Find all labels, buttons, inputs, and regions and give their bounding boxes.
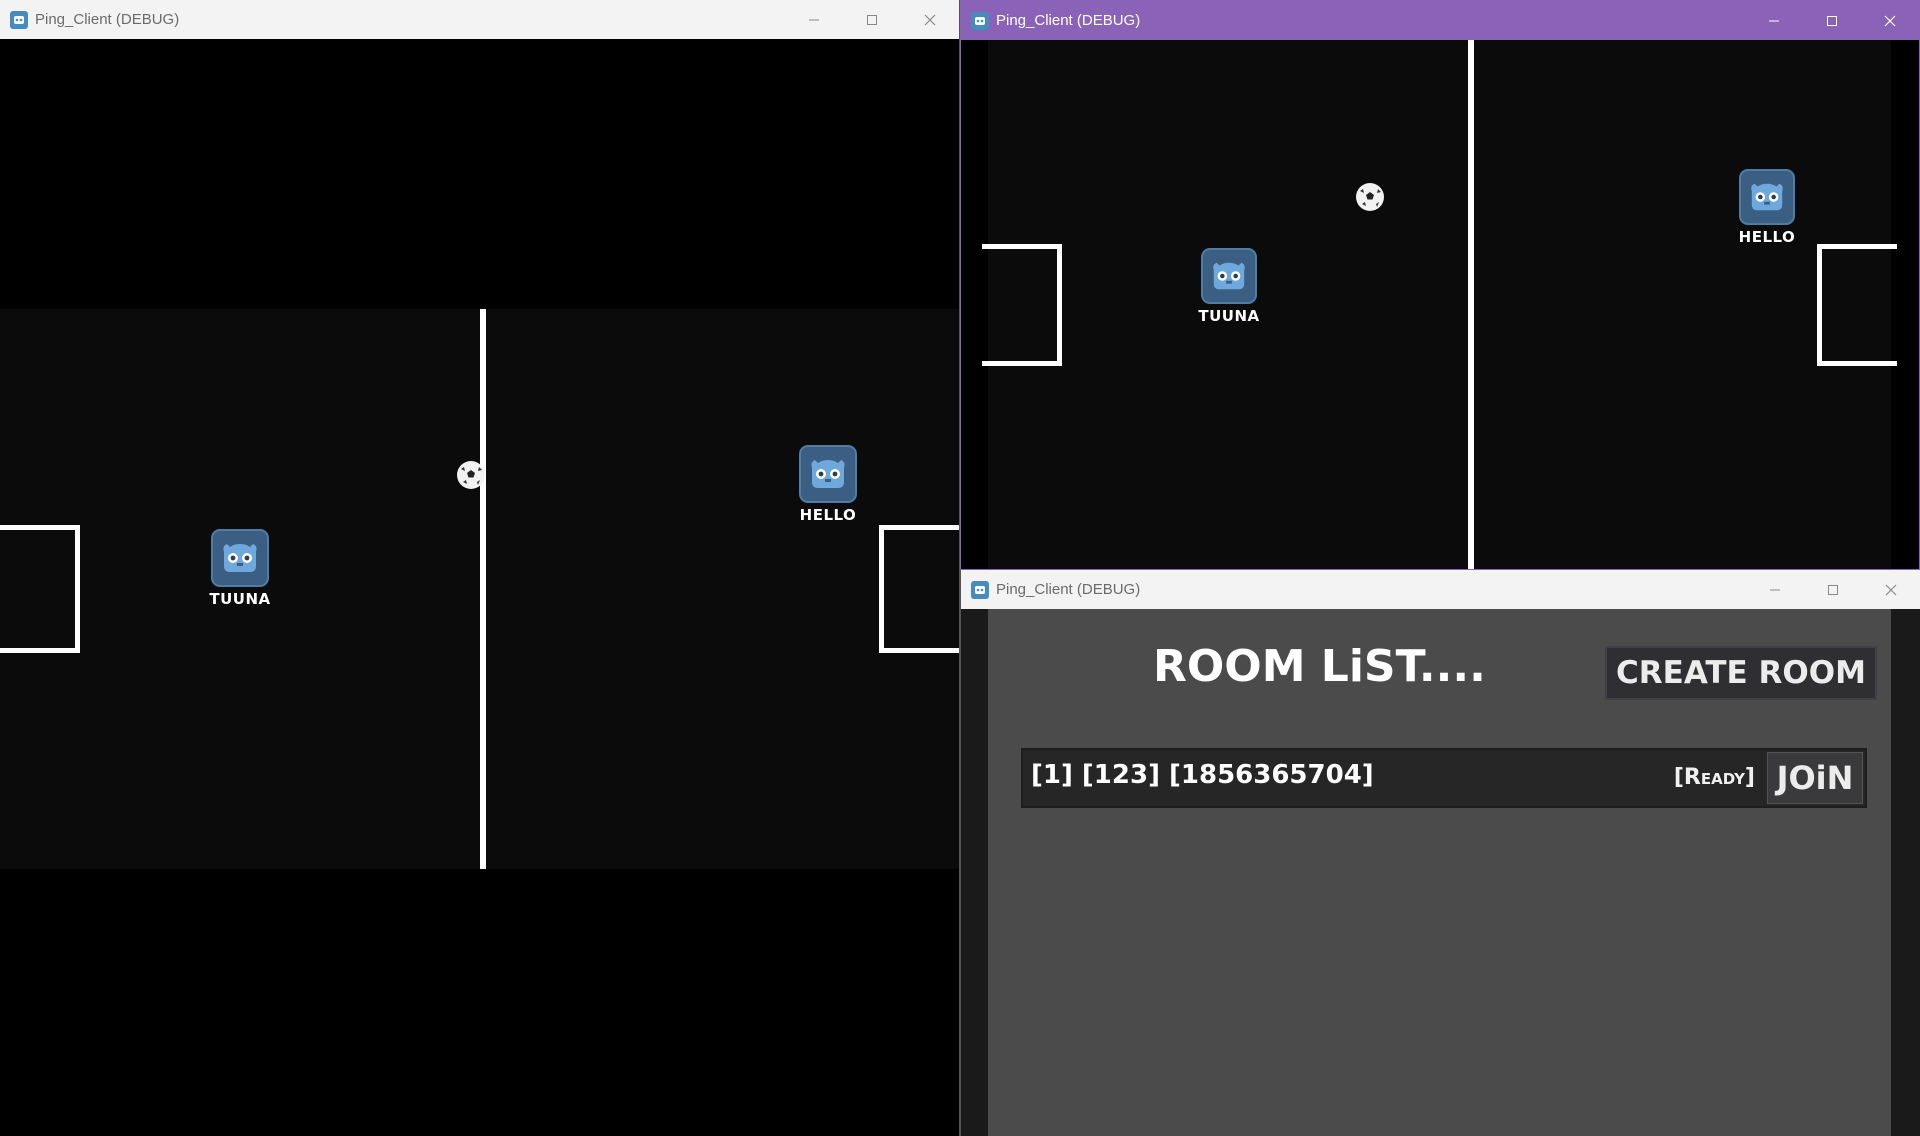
close-icon — [1885, 584, 1897, 595]
lobby-window: Ping_Client (DEBUG) ROOM LiST.... CREATE… — [960, 570, 1920, 1136]
game-viewport: TUUNA HELLO — [0, 39, 959, 1136]
godot-icon — [799, 445, 857, 503]
playing-field — [0, 309, 959, 869]
maximize-button[interactable] — [1804, 570, 1862, 609]
window-title: Ping_Client (DEBUG) — [35, 11, 180, 28]
player-tuuna: TUUNA — [1194, 248, 1264, 325]
minimize-button[interactable] — [1745, 1, 1803, 40]
lobby-viewport: ROOM LiST.... CREATE ROOM [1] [123] [185… — [961, 609, 1920, 1136]
playing-field — [982, 40, 1897, 569]
close-button[interactable] — [1861, 1, 1919, 40]
close-button[interactable] — [1862, 570, 1920, 609]
minimize-icon — [1769, 20, 1779, 21]
godot-app-icon — [971, 11, 989, 30]
minimize-button[interactable] — [1746, 570, 1804, 609]
room-status: [Ready] — [1673, 765, 1755, 790]
right-goal — [879, 525, 959, 653]
player-name: HELLO — [799, 506, 857, 524]
left-goal — [0, 525, 80, 653]
create-room-button[interactable]: CREATE ROOM — [1605, 646, 1877, 700]
maximize-button[interactable] — [843, 0, 901, 39]
minimize-button[interactable] — [785, 0, 843, 39]
godot-icon — [1201, 248, 1257, 304]
left-goal — [982, 244, 1062, 366]
join-button[interactable]: JOiN — [1767, 752, 1863, 804]
title-bar[interactable]: Ping_Client (DEBUG) — [961, 570, 1920, 610]
maximize-icon — [1828, 584, 1838, 595]
minimize-icon — [809, 19, 819, 20]
godot-icon — [211, 529, 269, 587]
player-name: TUUNA — [209, 590, 271, 608]
player-name: TUUNA — [1198, 307, 1260, 325]
game-window-left: Ping_Client (DEBUG) TUUNA HELLO — [0, 0, 960, 1136]
title-bar[interactable]: Ping_Client (DEBUG) — [961, 1, 1919, 40]
center-line — [1468, 40, 1474, 569]
window-title: Ping_Client (DEBUG) — [996, 12, 1141, 29]
close-icon — [924, 14, 936, 25]
center-line — [480, 309, 486, 869]
soccer-ball-icon — [1356, 183, 1384, 211]
room-list-title: ROOM LiST.... — [1153, 641, 1486, 692]
godot-icon — [1739, 169, 1795, 225]
game-viewport: TUUNA HELLO — [961, 40, 1919, 569]
soccer-ball-icon — [457, 461, 485, 489]
godot-app-icon — [10, 10, 28, 29]
minimize-icon — [1770, 589, 1780, 590]
game-window-right: Ping_Client (DEBUG) TUUNA HELLO — [960, 0, 1920, 570]
close-icon — [1884, 15, 1896, 26]
lobby-panel: ROOM LiST.... CREATE ROOM [1] [123] [185… — [988, 609, 1891, 1136]
maximize-icon — [1827, 15, 1837, 26]
window-title: Ping_Client (DEBUG) — [996, 581, 1141, 598]
player-hello: HELLO — [1732, 169, 1802, 246]
close-button[interactable] — [901, 0, 959, 39]
player-tuuna: TUUNA — [205, 529, 275, 608]
player-name: HELLO — [1738, 228, 1796, 246]
godot-app-icon — [971, 580, 989, 599]
maximize-icon — [867, 14, 877, 25]
room-info: [1] [123] [1856365704] — [1031, 760, 1374, 790]
room-row: [1] [123] [1856365704] [Ready] JOiN — [1021, 748, 1867, 808]
right-goal — [1817, 244, 1897, 366]
player-hello: HELLO — [793, 445, 863, 524]
title-bar[interactable]: Ping_Client (DEBUG) — [0, 0, 959, 40]
maximize-button[interactable] — [1803, 1, 1861, 40]
